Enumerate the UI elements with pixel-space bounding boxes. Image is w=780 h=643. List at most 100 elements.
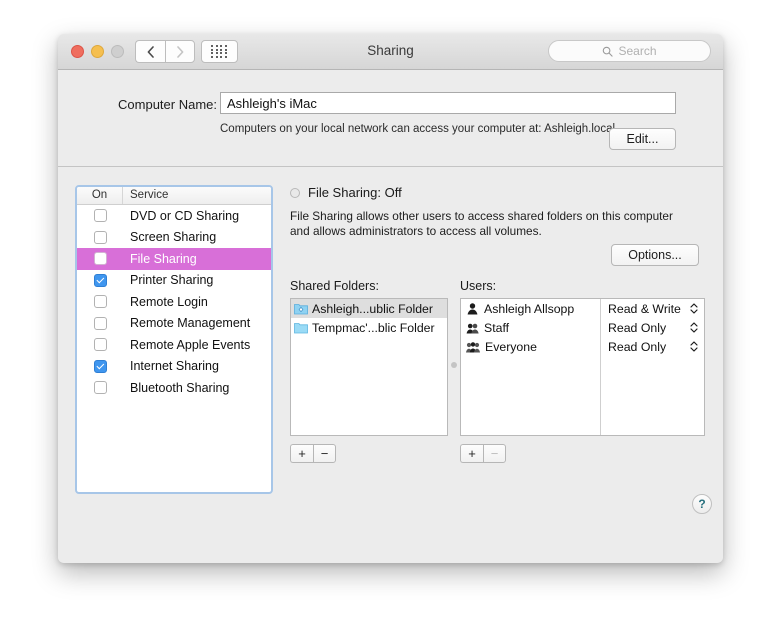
edit-button[interactable]: Edit...	[609, 128, 676, 150]
services-list-header: On Service	[77, 187, 271, 205]
window-titlebar: Sharing Search	[58, 34, 723, 70]
add-icon: +	[468, 446, 476, 461]
chevron-up-icon	[690, 303, 698, 308]
permission-select[interactable]: Read Only	[601, 318, 704, 337]
shared-folder-row[interactable]: Ashleigh...ublic Folder	[291, 299, 447, 318]
options-button-label: Options...	[628, 248, 682, 262]
status-indicator-icon	[290, 188, 300, 198]
stepper-icon[interactable]	[690, 303, 698, 314]
users-list[interactable]: Ashleigh Allsopp Staff	[460, 298, 705, 436]
checkbox-unchecked-icon[interactable]	[94, 209, 107, 222]
stepper-icon[interactable]	[690, 341, 698, 352]
options-button[interactable]: Options...	[611, 244, 699, 266]
permission-select[interactable]: Read Only	[601, 337, 704, 356]
service-label: DVD or CD Sharing	[123, 209, 271, 223]
remove-icon: −	[491, 446, 499, 461]
service-checkbox-cell[interactable]	[77, 295, 123, 308]
shared-folders-list[interactable]: Ashleigh...ublic Folder Tempmac'...blic …	[290, 298, 448, 436]
service-label: Screen Sharing	[123, 230, 271, 244]
shared-folder-row[interactable]: Tempmac'...blic Folder	[291, 318, 447, 337]
chevron-down-icon	[690, 347, 698, 352]
remove-user-button: −	[483, 444, 506, 463]
service-checkbox-cell[interactable]	[77, 209, 123, 222]
service-checkbox-cell[interactable]	[77, 317, 123, 330]
permission-select[interactable]: Read & Write	[601, 299, 704, 318]
edit-button-label: Edit...	[627, 132, 659, 146]
add-user-button[interactable]: +	[460, 444, 483, 463]
checkbox-checked-icon[interactable]	[94, 274, 107, 287]
everyone-icon	[466, 340, 480, 353]
remove-shared-folder-button[interactable]: −	[313, 444, 336, 463]
sharing-main-content: On Service DVD or CD Sharing Screen Shar…	[58, 167, 723, 562]
computer-name-label: Computer Name:	[105, 97, 217, 112]
user-row[interactable]: Everyone	[461, 337, 600, 356]
service-row-screen-sharing[interactable]: Screen Sharing	[77, 227, 271, 249]
users-names-column: Ashleigh Allsopp Staff	[461, 299, 601, 435]
chevron-down-icon	[690, 309, 698, 314]
services-list[interactable]: On Service DVD or CD Sharing Screen Shar…	[75, 185, 273, 494]
stepper-icon[interactable]	[690, 322, 698, 333]
service-checkbox-cell[interactable]	[77, 274, 123, 287]
checkbox-unchecked-icon[interactable]	[94, 338, 107, 351]
users-add-remove-group: + −	[460, 444, 506, 463]
service-label: File Sharing	[123, 252, 271, 266]
service-checkbox-cell[interactable]	[77, 381, 123, 394]
checkbox-unchecked-icon[interactable]	[94, 252, 107, 265]
user-row[interactable]: Ashleigh Allsopp	[461, 299, 600, 318]
users-label: Users:	[460, 279, 496, 293]
computer-name-field[interactable]: Ashleigh's iMac	[220, 92, 676, 114]
checkbox-unchecked-icon[interactable]	[94, 381, 107, 394]
search-icon	[602, 46, 613, 57]
add-icon: +	[298, 446, 306, 461]
permission-value: Read & Write	[608, 302, 681, 316]
status-badge: File Sharing: Off	[308, 185, 402, 200]
help-button[interactable]: ?	[692, 494, 712, 514]
computer-name-section: Computer Name: Ashleigh's iMac Computers…	[58, 70, 723, 167]
service-row-file-sharing[interactable]: File Sharing	[77, 248, 271, 270]
checkbox-unchecked-icon[interactable]	[94, 317, 107, 330]
add-shared-folder-button[interactable]: +	[290, 444, 313, 463]
service-checkbox-cell[interactable]	[77, 360, 123, 373]
service-label: Remote Login	[123, 295, 271, 309]
shared-folders-add-remove-group: + −	[290, 444, 336, 463]
chevron-up-icon	[690, 341, 698, 346]
shared-folder-name: Tempmac'...blic Folder	[312, 321, 435, 335]
service-checkbox-cell[interactable]	[77, 338, 123, 351]
file-sharing-status: File Sharing: Off	[290, 185, 402, 200]
service-label: Internet Sharing	[123, 359, 271, 373]
remove-icon: −	[321, 446, 329, 461]
column-header-on: On	[77, 187, 123, 204]
chevron-down-icon	[690, 328, 698, 333]
service-row-remote-management[interactable]: Remote Management	[77, 313, 271, 335]
service-checkbox-cell[interactable]	[77, 231, 123, 244]
user-name: Staff	[484, 321, 509, 335]
service-row-bluetooth-sharing[interactable]: Bluetooth Sharing	[77, 377, 271, 399]
service-label: Bluetooth Sharing	[123, 381, 271, 395]
single-user-icon	[466, 302, 479, 315]
user-row[interactable]: Staff	[461, 318, 600, 337]
service-checkbox-cell[interactable]	[77, 252, 123, 265]
checkbox-checked-icon[interactable]	[94, 360, 107, 373]
chevron-up-icon	[690, 322, 698, 327]
panel-resize-handle[interactable]	[451, 362, 457, 368]
file-sharing-description: File Sharing allows other users to acces…	[290, 209, 688, 239]
permission-value: Read Only	[608, 340, 666, 354]
column-header-service: Service	[123, 187, 271, 204]
sharing-preferences-window: Sharing Search Computer Name: Ashleigh's…	[58, 34, 723, 563]
help-label: ?	[698, 497, 705, 511]
service-row-internet-sharing[interactable]: Internet Sharing	[77, 356, 271, 378]
service-row-remote-apple-events[interactable]: Remote Apple Events	[77, 334, 271, 356]
service-row-dvd-cd-sharing[interactable]: DVD or CD Sharing	[77, 205, 271, 227]
search-input[interactable]: Search	[548, 40, 711, 62]
computer-name-note: Computers on your local network can acce…	[220, 122, 620, 137]
shared-folders-label: Shared Folders:	[290, 279, 379, 293]
service-row-remote-login[interactable]: Remote Login	[77, 291, 271, 313]
computer-name-value: Ashleigh's iMac	[227, 96, 317, 111]
users-permissions-column: Read & Write Read Only	[601, 299, 704, 435]
service-label: Printer Sharing	[123, 273, 271, 287]
service-row-printer-sharing[interactable]: Printer Sharing	[77, 270, 271, 292]
checkbox-unchecked-icon[interactable]	[94, 295, 107, 308]
checkbox-unchecked-icon[interactable]	[94, 231, 107, 244]
permission-value: Read Only	[608, 321, 666, 335]
user-name: Ashleigh Allsopp	[484, 302, 574, 316]
